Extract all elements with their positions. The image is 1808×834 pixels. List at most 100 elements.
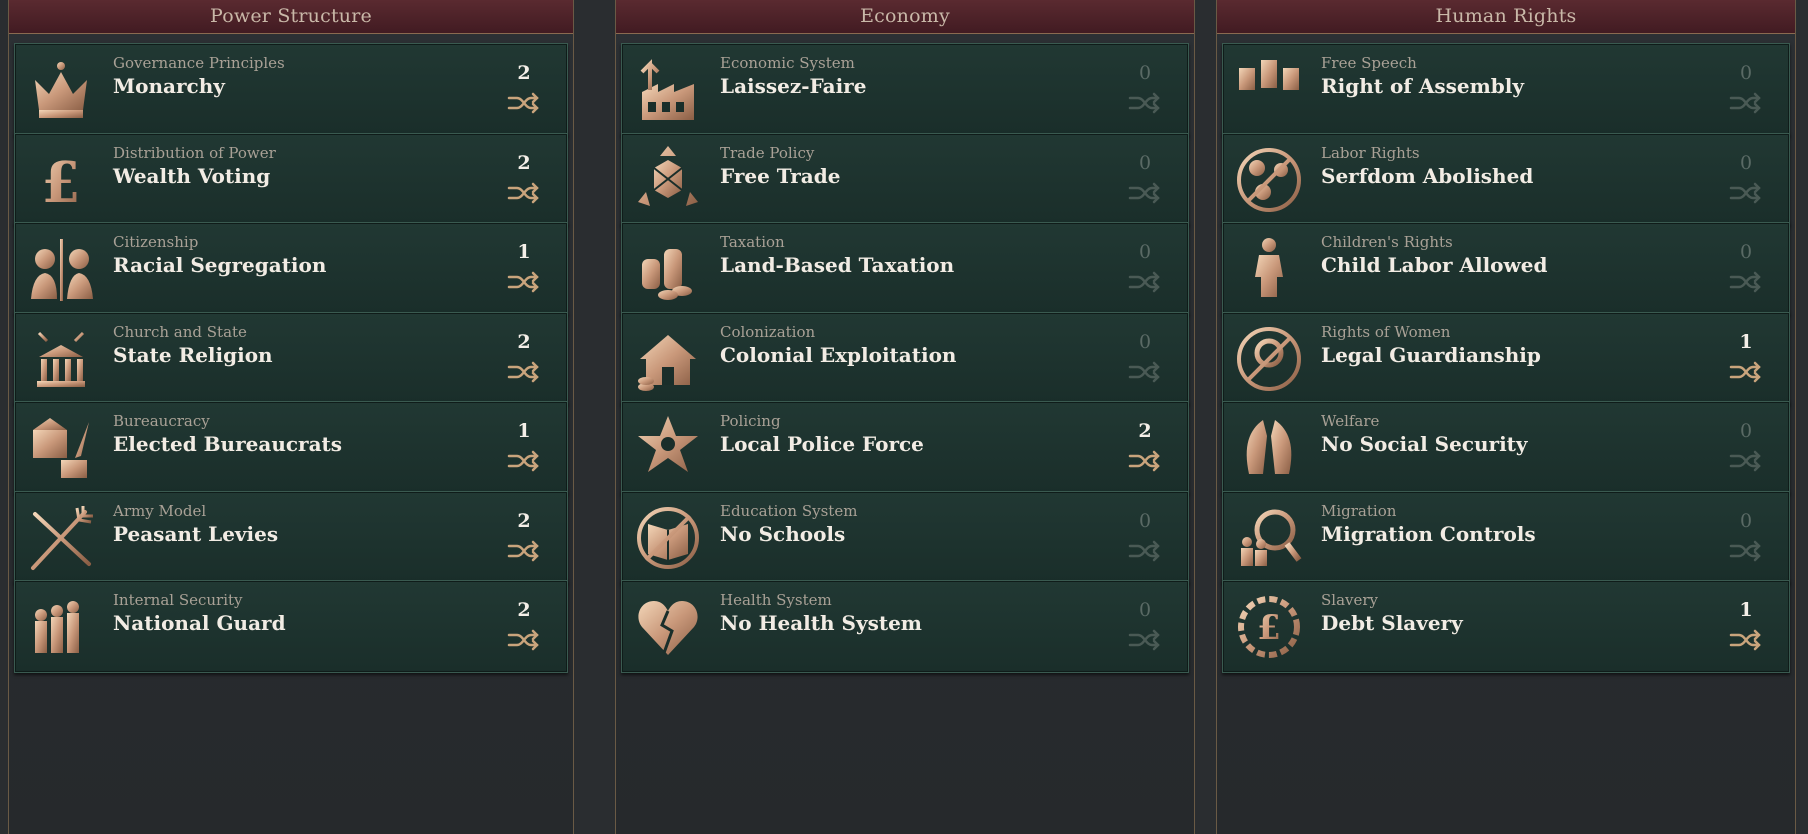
law-card[interactable]: Internal Security National Guard 2 xyxy=(14,580,568,673)
law-column-human-rights: Human Rights Free Speech Right of Assemb… xyxy=(1216,0,1796,834)
law-count: 0 xyxy=(1138,331,1152,353)
temple-rays-icon xyxy=(25,323,97,395)
law-category: Children's Rights xyxy=(1321,233,1453,251)
law-count: 0 xyxy=(1138,152,1152,174)
law-name: Laissez-Faire xyxy=(720,74,867,98)
change-law-icon[interactable] xyxy=(1128,92,1162,114)
law-count: 2 xyxy=(1138,420,1152,442)
change-law-icon[interactable] xyxy=(1729,450,1763,472)
pound-sign-icon: £ xyxy=(25,144,97,216)
law-card[interactable]: Education System No Schools 0 xyxy=(621,491,1189,584)
law-name: Child Labor Allowed xyxy=(1321,253,1548,277)
law-category: Labor Rights xyxy=(1321,144,1420,162)
law-card[interactable]: Health System No Health System 0 xyxy=(621,580,1189,673)
law-count: 0 xyxy=(1739,152,1753,174)
change-law-icon[interactable] xyxy=(507,629,541,651)
law-card[interactable]: Policing Local Police Force 2 xyxy=(621,401,1189,494)
law-card[interactable]: £ Slavery Debt Slavery 1 xyxy=(1222,580,1790,673)
change-law-icon[interactable] xyxy=(507,361,541,383)
law-category: Health System xyxy=(720,591,832,609)
placards-icon xyxy=(1233,54,1305,126)
crown-icon xyxy=(25,54,97,126)
change-law-icon[interactable] xyxy=(1729,540,1763,562)
law-count: 0 xyxy=(1138,62,1152,84)
law-count: 1 xyxy=(1739,331,1753,353)
change-law-icon[interactable] xyxy=(1729,182,1763,204)
change-law-icon[interactable] xyxy=(1128,629,1162,651)
law-card[interactable]: Citizenship Racial Segregation 1 xyxy=(14,222,568,315)
law-category: Distribution of Power xyxy=(113,144,276,162)
column-header: Power Structure xyxy=(9,0,573,34)
change-law-icon[interactable] xyxy=(507,540,541,562)
law-category: Policing xyxy=(720,412,781,430)
law-name: Migration Controls xyxy=(1321,522,1536,546)
law-name: Legal Guardianship xyxy=(1321,343,1541,367)
law-name: Debt Slavery xyxy=(1321,611,1463,635)
law-card[interactable]: Army Model Peasant Levies 2 xyxy=(14,491,568,584)
law-card[interactable]: Free Speech Right of Assembly 0 xyxy=(1222,43,1790,136)
law-card[interactable]: Children's Rights Child Labor Allowed 0 xyxy=(1222,222,1790,315)
law-count: 2 xyxy=(517,62,531,84)
law-name: Local Police Force xyxy=(720,432,924,456)
law-card[interactable]: Taxation Land-Based Taxation 0 xyxy=(621,222,1189,315)
law-card[interactable]: Governance Principles Monarchy 2 xyxy=(14,43,568,136)
change-law-icon[interactable] xyxy=(1729,92,1763,114)
change-law-icon[interactable] xyxy=(1128,182,1162,204)
law-card[interactable]: Labor Rights Serfdom Abolished 0 xyxy=(1222,133,1790,226)
law-card[interactable]: Church and State State Religion 2 xyxy=(14,312,568,405)
law-category: Taxation xyxy=(720,233,785,251)
law-count: 2 xyxy=(517,331,531,353)
law-name: No Schools xyxy=(720,522,846,546)
law-card[interactable]: Economic System Laissez-Faire 0 xyxy=(621,43,1189,136)
change-law-icon[interactable] xyxy=(1128,361,1162,383)
law-card[interactable]: £ Distribution of Power Wealth Voting 2 xyxy=(14,133,568,226)
change-law-icon[interactable] xyxy=(1729,629,1763,651)
change-law-icon[interactable] xyxy=(507,92,541,114)
change-law-icon[interactable] xyxy=(507,182,541,204)
praying-hands-icon xyxy=(1233,412,1305,484)
law-count: 0 xyxy=(1138,599,1152,621)
change-law-icon[interactable] xyxy=(1128,450,1162,472)
crate-arrows-icon xyxy=(632,144,704,216)
law-card[interactable]: Rights of Women Legal Guardianship 1 xyxy=(1222,312,1790,405)
change-law-icon[interactable] xyxy=(1729,271,1763,293)
law-card[interactable]: Bureaucracy Elected Bureaucrats 1 xyxy=(14,401,568,494)
broken-chain-circle-icon xyxy=(1233,144,1305,216)
segregated-profiles-icon xyxy=(25,233,97,305)
law-name: Free Trade xyxy=(720,164,841,188)
change-law-icon[interactable] xyxy=(507,271,541,293)
law-count: 1 xyxy=(1739,599,1753,621)
magnifier-migrants-icon xyxy=(1233,502,1305,574)
change-law-icon[interactable] xyxy=(1729,361,1763,383)
ballot-box-quill-icon xyxy=(25,412,97,484)
change-law-icon[interactable] xyxy=(1128,540,1162,562)
law-name: Right of Assembly xyxy=(1321,74,1524,98)
law-category: Rights of Women xyxy=(1321,323,1451,341)
law-count: 1 xyxy=(517,420,531,442)
pitchfork-musket-icon xyxy=(25,502,97,574)
law-name: Colonial Exploitation xyxy=(720,343,957,367)
law-count: 0 xyxy=(1739,420,1753,442)
law-card[interactable]: Colonization Colonial Exploitation 0 xyxy=(621,312,1189,405)
broken-heart-icon xyxy=(632,591,704,663)
sheriff-star-icon xyxy=(632,412,704,484)
law-name: Racial Segregation xyxy=(113,253,327,277)
law-name: No Health System xyxy=(720,611,922,635)
law-name: Monarchy xyxy=(113,74,225,98)
law-card[interactable]: Trade Policy Free Trade 0 xyxy=(621,133,1189,226)
law-count: 2 xyxy=(517,152,531,174)
change-law-icon[interactable] xyxy=(507,450,541,472)
change-law-icon[interactable] xyxy=(1128,271,1162,293)
law-category: Bureaucracy xyxy=(113,412,210,430)
child-figure-icon xyxy=(1233,233,1305,305)
factory-arrow-icon xyxy=(632,54,704,126)
coin-stacks-icon xyxy=(632,233,704,305)
law-name: Serfdom Abolished xyxy=(1321,164,1534,188)
law-count: 2 xyxy=(517,599,531,621)
law-name: National Guard xyxy=(113,611,286,635)
law-card[interactable]: Welfare No Social Security 0 xyxy=(1222,401,1790,494)
law-category: Economic System xyxy=(720,54,855,72)
law-category: Church and State xyxy=(113,323,247,341)
law-name: Wealth Voting xyxy=(113,164,271,188)
law-card[interactable]: Migration Migration Controls 0 xyxy=(1222,491,1790,584)
